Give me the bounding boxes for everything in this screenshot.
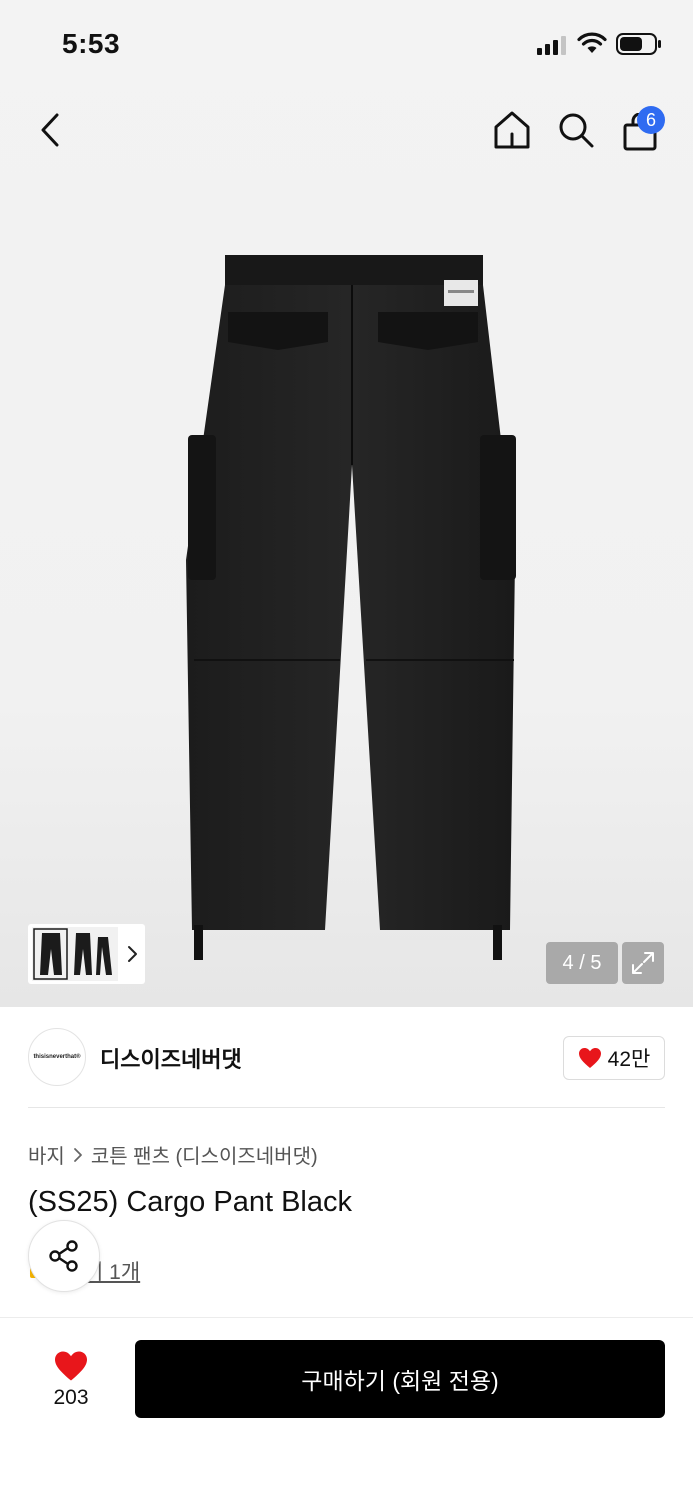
battery-icon — [616, 33, 661, 55]
buy-button[interactable]: 구매하기 (회원 전용) — [135, 1340, 665, 1418]
brand-row[interactable]: thisisneverthat® 디스이즈네버댓 42만 — [28, 1028, 665, 1088]
product-image[interactable] — [180, 250, 520, 970]
wifi-icon — [577, 32, 607, 53]
back-button[interactable] — [30, 108, 70, 152]
expand-icon — [632, 952, 654, 974]
heart-icon — [55, 1351, 87, 1381]
breadcrumb-subcategory[interactable]: 코튼 팬츠 (디스이즈네버댓) — [91, 1140, 318, 1169]
chevron-left-icon — [41, 113, 59, 147]
brand-name[interactable]: 디스이즈네버댓 — [100, 1042, 242, 1074]
product-title: (SS25) Cargo Pant Black — [28, 1186, 352, 1218]
signal-icon — [537, 36, 566, 55]
cart-count-badge: 6 — [637, 106, 665, 134]
wishlist-count: 203 — [53, 1386, 89, 1409]
heart-icon — [578, 1048, 601, 1068]
thumbnail-strip[interactable] — [28, 924, 145, 984]
home-button[interactable] — [490, 108, 534, 152]
product-gallery[interactable]: 5:53 6 4 / 5 — [0, 0, 693, 1007]
chevron-right-icon — [73, 1147, 82, 1162]
fullscreen-button[interactable] — [622, 942, 664, 984]
thumbnail-image — [32, 927, 118, 981]
status-bar: 5:53 — [0, 0, 693, 90]
search-button[interactable] — [554, 108, 598, 152]
divider — [28, 1107, 665, 1108]
home-icon — [494, 111, 530, 149]
wishlist-button[interactable]: 203 — [28, 1340, 114, 1420]
brand-logo[interactable]: thisisneverthat® — [28, 1028, 86, 1086]
chevron-right-icon — [128, 946, 137, 962]
image-counter: 4 / 5 — [546, 942, 618, 984]
brand-like-button[interactable]: 42만 — [563, 1036, 665, 1080]
share-icon — [49, 1240, 78, 1272]
brand-like-count: 42만 — [607, 1048, 651, 1071]
breadcrumb-category[interactable]: 바지 — [28, 1140, 65, 1169]
status-time: 5:53 — [62, 28, 121, 59]
share-button[interactable] — [28, 1220, 100, 1292]
breadcrumb: 바지 코튼 팬츠 (디스이즈네버댓) — [28, 1140, 318, 1169]
search-icon — [559, 113, 594, 148]
